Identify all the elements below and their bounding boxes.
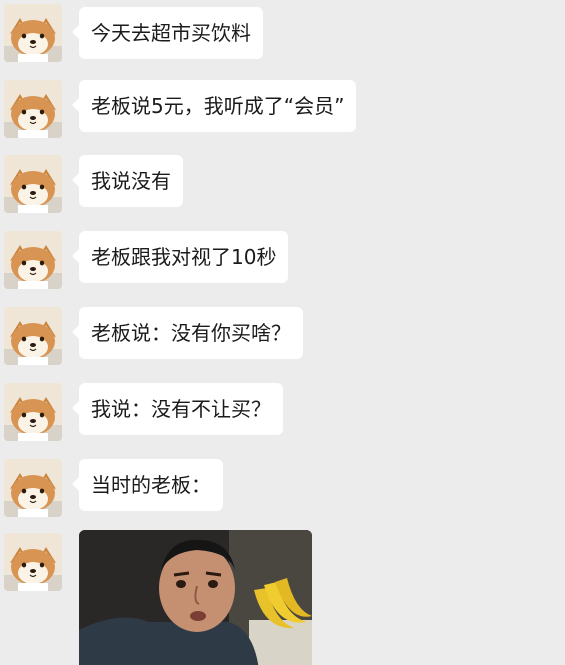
- avatar[interactable]: [4, 80, 62, 138]
- avatar[interactable]: [4, 231, 62, 289]
- avatar[interactable]: [4, 459, 62, 517]
- message-bubble[interactable]: 今天去超市买饮料: [72, 7, 263, 59]
- shiba-avatar-icon: [4, 4, 62, 62]
- message-bubble[interactable]: 老板跟我对视了10秒: [71, 231, 289, 283]
- avatar[interactable]: [4, 383, 62, 441]
- avatar[interactable]: [4, 307, 62, 365]
- avatar[interactable]: [4, 4, 62, 62]
- shiba-avatar-icon: [4, 231, 62, 289]
- avatar[interactable]: [4, 155, 62, 213]
- message-bubble[interactable]: 当时的老板：: [72, 459, 223, 511]
- message-bubble[interactable]: 我说没有: [72, 155, 183, 207]
- shiba-avatar-icon: [4, 307, 62, 365]
- message-bubble[interactable]: 老板说5元，我听成了“会员”: [71, 80, 357, 132]
- image-message[interactable]: [79, 530, 312, 665]
- shiba-avatar-icon: [4, 533, 62, 591]
- shiba-avatar-icon: [4, 459, 62, 517]
- message-bubble[interactable]: 老板说：没有你买啥？: [72, 307, 303, 359]
- message-bubble[interactable]: 我说：没有不让买？: [72, 383, 283, 435]
- shiba-avatar-icon: [4, 383, 62, 441]
- shiba-avatar-icon: [4, 80, 62, 138]
- man-with-bananas-photo-icon: [79, 530, 312, 665]
- avatar[interactable]: [4, 533, 62, 591]
- shiba-avatar-icon: [4, 155, 62, 213]
